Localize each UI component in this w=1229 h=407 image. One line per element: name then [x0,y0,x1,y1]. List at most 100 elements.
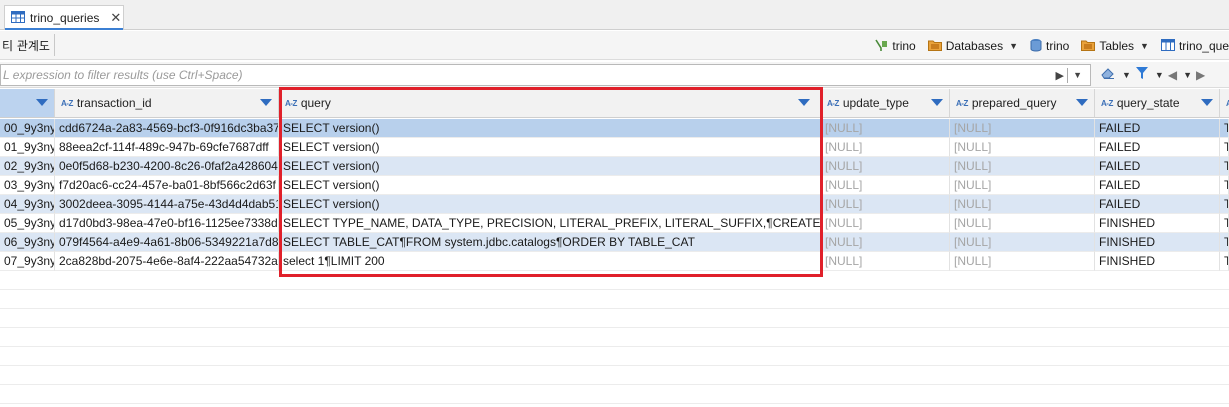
er-diagram-tab[interactable]: 티 관계도 [0,34,55,56]
next-column-cell[interactable]: T [1220,119,1229,138]
transaction-id-cell[interactable]: 079f4564-a4e9-4a61-8b06-5349221a7d88 [55,233,279,252]
chevron-down-icon[interactable]: ▼ [1155,70,1164,80]
query-cell[interactable]: SELECT version() [279,119,821,138]
query-state-cell[interactable]: FAILED [1095,138,1220,157]
update-type-cell[interactable]: [NULL] [821,157,950,176]
update-type-cell[interactable]: [NULL] [821,138,950,157]
column-header-prepared-query[interactable]: A-Z prepared_query [950,89,1095,118]
next-column-cell[interactable]: T [1220,138,1229,157]
update-type-cell[interactable]: [NULL] [821,119,950,138]
column-header-next[interactable]: A [1220,89,1229,118]
transaction-id-cell[interactable]: cdd6724a-2a83-4569-bcf3-0f916dc3ba37 [55,119,279,138]
query-id-cell[interactable]: 07_9y3ny [0,252,55,271]
sort-icon[interactable] [1076,99,1088,106]
next-column-cell[interactable]: T [1220,233,1229,252]
query-state-cell[interactable]: FINISHED [1095,233,1220,252]
empty-row [0,309,1229,328]
next-column-cell[interactable]: T [1220,252,1229,271]
query-state-cell[interactable]: FINISHED [1095,214,1220,233]
crumb-database[interactable]: trino [1030,38,1069,55]
prepared-query-cell[interactable]: [NULL] [950,138,1095,157]
table-row[interactable]: 01_9y3ny 88eea2cf-114f-489c-947b-69cfe768… [0,138,1229,157]
column-header-transaction-id[interactable]: A-Z transaction_id [55,89,279,118]
sort-icon[interactable] [260,99,272,106]
query-id-cell[interactable]: 00_9y3ny [0,119,55,138]
query-cell[interactable]: SELECT version() [279,195,821,214]
table-row[interactable]: 07_9y3ny 2ca828bd-2075-4e6e-8af4-222aa547… [0,252,1229,271]
table-row[interactable]: 03_9y3ny f7d20ac6-cc24-457e-ba01-8bf566c2… [0,176,1229,195]
prepared-query-cell[interactable]: [NULL] [950,252,1095,271]
prepared-query-cell[interactable]: [NULL] [950,119,1095,138]
sort-icon[interactable] [931,99,943,106]
table-row[interactable]: 06_9y3ny 079f4564-a4e9-4a61-8b06-5349221a… [0,233,1229,252]
column-header-query[interactable]: A-Z query [279,89,821,118]
update-type-cell[interactable]: [NULL] [821,176,950,195]
chevron-down-icon[interactable]: ▼ [1122,70,1131,80]
update-type-cell[interactable]: [NULL] [821,233,950,252]
back-arrow-icon[interactable]: ◀ [1168,68,1177,82]
next-column-cell[interactable]: T [1220,214,1229,233]
close-icon[interactable]: ✕ [110,10,121,26]
crumb-tables[interactable]: Tables ▼ [1081,39,1149,54]
filter-history-dropdown-icon[interactable]: ▼ [1073,70,1082,80]
next-column-cell[interactable]: T [1220,157,1229,176]
prepared-query-cell[interactable]: [NULL] [950,157,1095,176]
query-state-cell[interactable]: FINISHED [1095,252,1220,271]
query-state-cell[interactable]: FAILED [1095,195,1220,214]
empty-row [0,385,1229,404]
forward-arrow-icon[interactable]: ▶ [1196,68,1205,82]
query-cell[interactable]: SELECT version() [279,138,821,157]
chevron-down-icon[interactable]: ▼ [1140,41,1149,51]
query-id-cell[interactable]: 02_9y3ny [0,157,55,176]
eraser-icon[interactable] [1100,66,1116,83]
update-type-cell[interactable]: [NULL] [821,252,950,271]
database-icon [1030,38,1042,55]
query-state-cell[interactable]: FAILED [1095,176,1220,195]
transaction-id-cell[interactable]: 0e0f5d68-b230-4200-8c26-0faf2a428604 [55,157,279,176]
query-id-cell[interactable]: 06_9y3ny [0,233,55,252]
prepared-query-cell[interactable]: [NULL] [950,233,1095,252]
query-id-cell[interactable]: 03_9y3ny [0,176,55,195]
funnel-icon[interactable] [1135,66,1149,83]
filter-input[interactable]: L expression to filter results (use Ctrl… [0,64,1091,86]
crumb-connection[interactable]: trino [874,38,916,55]
transaction-id-cell[interactable]: 88eea2cf-114f-489c-947b-69cfe7687dff [55,138,279,157]
sort-icon[interactable] [36,99,48,106]
column-header-query-state[interactable]: A-Z query_state [1095,89,1220,118]
apply-filter-icon[interactable]: ▶ [1056,69,1064,82]
query-cell[interactable]: select 1¶LIMIT 200 [279,252,821,271]
column-header-query-id[interactable] [0,89,55,118]
next-column-cell[interactable]: T [1220,195,1229,214]
transaction-id-cell[interactable]: f7d20ac6-cc24-457e-ba01-8bf566c2d63f [55,176,279,195]
query-cell[interactable]: SELECT version() [279,176,821,195]
query-cell[interactable]: SELECT TYPE_NAME, DATA_TYPE, PRECISION, … [279,214,821,233]
transaction-id-cell[interactable]: 3002deea-3095-4144-a75e-43d4d4dab510 [55,195,279,214]
prepared-query-cell[interactable]: [NULL] [950,195,1095,214]
table-row[interactable]: 05_9y3ny d17d0bd3-98ea-47e0-bf16-1125ee73… [0,214,1229,233]
table-row[interactable]: 00_9y3ny cdd6724a-2a83-4569-bcf3-0f916dc3… [0,119,1229,138]
transaction-id-cell[interactable]: 2ca828bd-2075-4e6e-8af4-222aa54732aa [55,252,279,271]
column-header-update-type[interactable]: A-Z update_type [821,89,950,118]
query-id-cell[interactable]: 04_9y3ny [0,195,55,214]
query-cell[interactable]: SELECT TABLE_CAT¶FROM system.jdbc.catalo… [279,233,821,252]
query-state-cell[interactable]: FAILED [1095,157,1220,176]
prepared-query-cell[interactable]: [NULL] [950,176,1095,195]
crumb-table[interactable]: trino_que [1160,38,1229,54]
sort-icon[interactable] [798,99,810,106]
query-state-cell[interactable]: FAILED [1095,119,1220,138]
update-type-cell[interactable]: [NULL] [821,195,950,214]
update-type-cell[interactable]: [NULL] [821,214,950,233]
transaction-id-cell[interactable]: d17d0bd3-98ea-47e0-bf16-1125ee7338dc [55,214,279,233]
sort-icon[interactable] [1201,99,1213,106]
prepared-query-cell[interactable]: [NULL] [950,214,1095,233]
query-id-cell[interactable]: 01_9y3ny [0,138,55,157]
tab-trino-queries[interactable]: trino_queries ✕ [4,5,124,30]
next-column-cell[interactable]: T [1220,176,1229,195]
chevron-down-icon[interactable]: ▼ [1183,70,1192,80]
query-cell[interactable]: SELECT version() [279,157,821,176]
crumb-databases[interactable]: Databases ▼ [927,39,1018,54]
table-row[interactable]: 02_9y3ny 0e0f5d68-b230-4200-8c26-0faf2a42… [0,157,1229,176]
table-row[interactable]: 04_9y3ny 3002deea-3095-4144-a75e-43d4d4da… [0,195,1229,214]
chevron-down-icon[interactable]: ▼ [1009,41,1018,51]
query-id-cell[interactable]: 05_9y3ny [0,214,55,233]
